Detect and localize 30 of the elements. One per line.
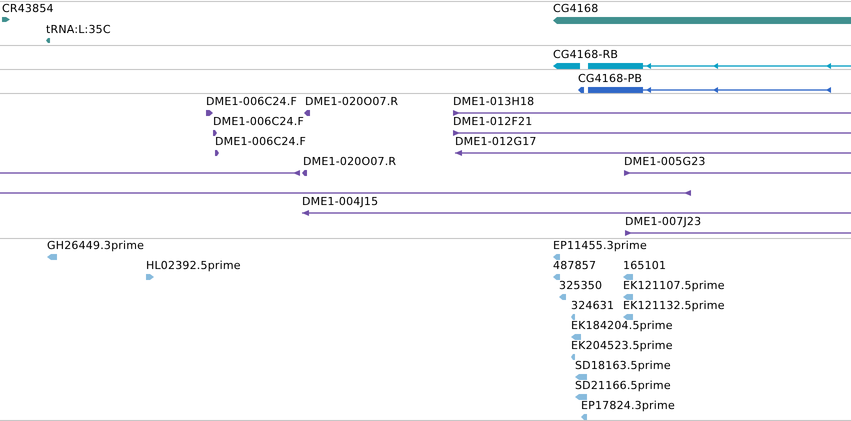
feature-label: EP17824.3prime bbox=[581, 399, 675, 413]
feature-label: CG4168 bbox=[553, 2, 598, 16]
feature-label: DME1-007J23 bbox=[625, 215, 702, 229]
feature-label: DME1-012F21 bbox=[453, 115, 532, 129]
feature-label: SD18163.5prime bbox=[575, 359, 671, 373]
feature-label: DME1-013H18 bbox=[453, 95, 534, 109]
feature-label: DME1-006C24.F bbox=[206, 95, 297, 109]
feature-label: DME1-005G23 bbox=[624, 155, 706, 169]
feature-label: EK184204.5prime bbox=[571, 319, 673, 333]
feature-label: DME1-020O07.R bbox=[303, 155, 396, 169]
feature-label: 324631 bbox=[571, 299, 614, 313]
feature-label: 325350 bbox=[559, 279, 602, 293]
feature-label: EK121107.5prime bbox=[623, 279, 725, 293]
feature-label: SD21166.5prime bbox=[575, 379, 671, 393]
feature-label: DME1-004J15 bbox=[302, 195, 378, 209]
feature-label: EK204523.5prime bbox=[571, 339, 673, 353]
feature-label: CR43854 bbox=[2, 2, 54, 16]
feature-label: tRNA:L:35C bbox=[46, 23, 111, 37]
feature-label: DME1-006C24.F bbox=[213, 115, 304, 129]
feature-label: CG4168-PB bbox=[578, 72, 642, 86]
feature-label: DME1-020O07.R bbox=[305, 95, 398, 109]
feature-label: GH26449.3prime bbox=[47, 239, 144, 253]
feature-label: EK121132.5prime bbox=[623, 299, 725, 313]
feature-label: EP11455.3prime bbox=[553, 239, 647, 253]
feature-label: HL02392.5prime bbox=[146, 259, 241, 273]
feature-label: CG4168-RB bbox=[553, 48, 618, 62]
feature-label: DME1-006C24.F bbox=[215, 135, 306, 149]
feature-label: 487857 bbox=[553, 259, 596, 273]
feature-label: DME1-012G17 bbox=[455, 135, 537, 149]
feature-label: 165101 bbox=[623, 259, 666, 273]
